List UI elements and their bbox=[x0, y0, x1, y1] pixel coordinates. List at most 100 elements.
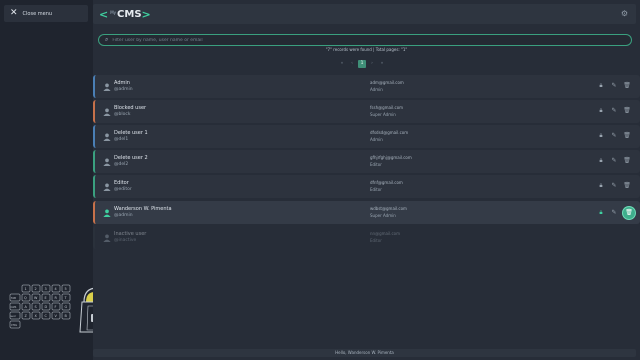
svg-text:V: V bbox=[55, 314, 58, 318]
app-logo[interactable]: < My CMS > bbox=[99, 7, 151, 21]
svg-text:G: G bbox=[65, 305, 68, 309]
user-username: @admin bbox=[114, 87, 133, 92]
user-row[interactable]: Blocked user @block fssh@gmail.com Super… bbox=[93, 100, 640, 123]
sidebar: ✕ Close menu 1 2 3 4 5 TAB Q W E R T CAP… bbox=[0, 0, 115, 360]
user-role: Editor bbox=[370, 187, 382, 192]
svg-text:S: S bbox=[35, 305, 37, 309]
user-name: Editor bbox=[114, 180, 129, 186]
row-actions: 🔒︎ ✎ 🗑︎ bbox=[597, 207, 635, 219]
logo-bracket-right: > bbox=[141, 7, 151, 21]
user-email: nn@gmail.com bbox=[370, 231, 400, 236]
svg-text:2: 2 bbox=[35, 287, 37, 291]
user-icon bbox=[103, 234, 111, 242]
search-bar: ⌕ bbox=[98, 34, 632, 46]
pagination: « ‹ 1 › » bbox=[338, 60, 386, 68]
user-row[interactable]: Delete user 1 @del1 dfsdsd@gmail.com Adm… bbox=[93, 125, 640, 148]
user-row-current[interactable]: Wanderson W. Pimenta @admin wdbst@gmail.… bbox=[93, 201, 640, 224]
edit-icon[interactable]: ✎ bbox=[610, 181, 618, 191]
lock-icon[interactable]: 🔒︎ bbox=[597, 156, 605, 166]
trash-icon[interactable]: 🗑︎ bbox=[623, 207, 635, 219]
user-name: Inactive user bbox=[114, 231, 147, 237]
row-actions: 🔒︎ ✎ 🗑︎ bbox=[597, 156, 631, 166]
svg-text:D: D bbox=[45, 305, 48, 309]
user-username: @admin bbox=[114, 213, 133, 218]
trash-icon[interactable]: 🗑︎ bbox=[623, 106, 631, 116]
svg-text:E: E bbox=[45, 296, 47, 300]
trash-icon[interactable]: 🗑︎ bbox=[623, 181, 631, 191]
close-icon: ✕ bbox=[10, 8, 18, 18]
last-page-button[interactable]: » bbox=[378, 60, 386, 68]
svg-text:4: 4 bbox=[55, 287, 57, 291]
search-icon: ⌕ bbox=[105, 36, 109, 43]
logo-prefix: My bbox=[110, 9, 117, 15]
svg-text:CTRL: CTRL bbox=[11, 324, 18, 327]
trash-icon[interactable]: 🗑︎ bbox=[623, 156, 631, 166]
user-role: Editor bbox=[370, 162, 382, 167]
next-page-button[interactable]: › bbox=[368, 60, 376, 68]
svg-text:1: 1 bbox=[25, 287, 27, 291]
prev-page-button[interactable]: ‹ bbox=[348, 60, 356, 68]
user-username: @editor bbox=[114, 187, 132, 192]
user-email: dfsdsd@gmail.com bbox=[370, 130, 409, 135]
svg-text:X: X bbox=[35, 314, 38, 318]
svg-text:W: W bbox=[34, 296, 38, 300]
user-email: fssh@gmail.com bbox=[370, 105, 404, 110]
trash-icon[interactable]: 🗑︎ bbox=[623, 81, 631, 91]
lock-icon[interactable]: 🔒︎ bbox=[597, 81, 605, 91]
user-email: wdbst@gmail.com bbox=[370, 206, 407, 211]
edit-icon[interactable]: ✎ bbox=[610, 208, 618, 218]
svg-text:F: F bbox=[55, 305, 57, 309]
edit-icon[interactable]: ✎ bbox=[610, 81, 618, 91]
user-name: Blocked user bbox=[114, 105, 147, 111]
page-1-button[interactable]: 1 bbox=[358, 60, 366, 68]
svg-text:T: T bbox=[64, 296, 68, 300]
user-row[interactable]: Delete user 2 @del2 gfhjrfghj@gmail.com … bbox=[93, 150, 640, 173]
user-role: Super Admin bbox=[370, 213, 396, 218]
user-icon bbox=[103, 108, 111, 116]
close-menu-button[interactable]: ✕ Close menu bbox=[4, 5, 88, 22]
trash-icon[interactable]: 🗑︎ bbox=[623, 131, 631, 141]
edit-icon[interactable]: ✎ bbox=[610, 131, 618, 141]
svg-text:Z: Z bbox=[25, 314, 28, 318]
user-row[interactable]: Inactive user @inactive nn@gmail.com Edi… bbox=[93, 226, 640, 249]
search-input[interactable] bbox=[112, 37, 513, 43]
row-actions: 🔒︎ ✎ 🗑︎ bbox=[597, 81, 631, 91]
svg-text:TAB: TAB bbox=[11, 296, 16, 300]
lock-icon[interactable]: 🔒︎ bbox=[597, 131, 605, 141]
user-icon bbox=[103, 133, 111, 141]
edit-icon[interactable]: ✎ bbox=[610, 156, 618, 166]
user-icon bbox=[103, 83, 111, 91]
edit-icon[interactable]: ✎ bbox=[610, 106, 618, 116]
user-username: @del1 bbox=[114, 137, 129, 142]
main-panel: < My CMS > ⚙ ⌕ "7" records were found | … bbox=[93, 0, 640, 360]
user-name: Delete user 1 bbox=[114, 130, 148, 136]
gear-icon[interactable]: ⚙ bbox=[621, 9, 628, 18]
user-role: Admin bbox=[370, 137, 383, 142]
user-username: @del2 bbox=[114, 162, 129, 167]
row-actions: 🔒︎ ✎ 🗑︎ bbox=[597, 181, 631, 191]
svg-text:Q: Q bbox=[24, 296, 27, 300]
svg-text:C: C bbox=[45, 314, 48, 318]
lock-icon[interactable]: 🔒︎ bbox=[597, 181, 605, 191]
lock-icon[interactable]: 🔒︎ bbox=[597, 106, 605, 116]
top-bar: < My CMS > ⚙ bbox=[93, 4, 636, 24]
user-role: Super Admin bbox=[370, 112, 396, 117]
svg-text:A: A bbox=[25, 305, 28, 309]
user-icon bbox=[103, 158, 111, 166]
user-username: @inactive bbox=[114, 238, 137, 243]
lock-icon[interactable]: 🔒︎ bbox=[597, 208, 605, 218]
svg-text:B: B bbox=[65, 314, 68, 318]
user-row[interactable]: Admin @admin adm@gmail.com Admin 🔒︎ ✎ 🗑︎ bbox=[93, 75, 640, 98]
logo-bracket-left: < bbox=[99, 7, 109, 21]
user-email: gfhjrfghj@gmail.com bbox=[370, 155, 412, 160]
svg-text:R: R bbox=[55, 296, 58, 300]
footer-greeting: Hello, Wanderson W. Pimenta bbox=[93, 349, 636, 357]
row-actions: 🔒︎ ✎ 🗑︎ bbox=[597, 131, 631, 141]
user-row[interactable]: Editor @editor dfnf@gmail.com Editor 🔒︎ … bbox=[93, 175, 640, 198]
user-role: Editor bbox=[370, 238, 382, 243]
user-icon bbox=[103, 209, 111, 217]
svg-text:SHIFT: SHIFT bbox=[10, 316, 16, 318]
logo-text: CMS bbox=[117, 8, 142, 20]
first-page-button[interactable]: « bbox=[338, 60, 346, 68]
user-username: @block bbox=[114, 112, 131, 117]
